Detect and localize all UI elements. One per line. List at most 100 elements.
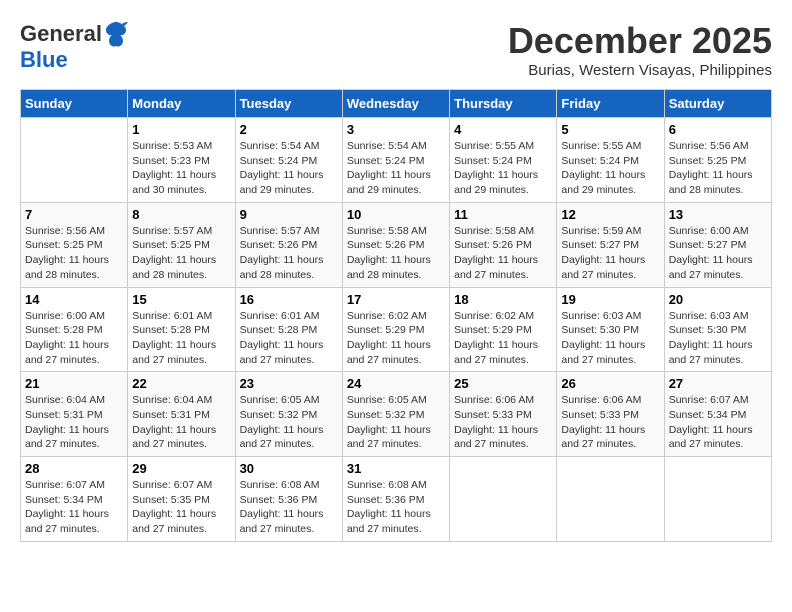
day-info: Sunrise: 6:03 AM Sunset: 5:30 PM Dayligh… [669, 309, 767, 368]
calendar-cell: 30 Sunrise: 6:08 AM Sunset: 5:36 PM Dayli… [235, 457, 342, 542]
day-info: Sunrise: 5:59 AM Sunset: 5:27 PM Dayligh… [561, 224, 659, 283]
calendar-cell: 5 Sunrise: 5:55 AM Sunset: 5:24 PM Daylig… [557, 118, 664, 203]
day-number: 4 [454, 122, 552, 137]
calendar-cell: 3Sunrise: 5:54 AM Sunset: 5:24 PM Daylig… [342, 118, 449, 203]
calendar-cell [557, 457, 664, 542]
day-number: 20 [669, 292, 767, 307]
week-row-5: 28 Sunrise: 6:07 AM Sunset: 5:34 PM Dayli… [21, 457, 772, 542]
day-number: 5 [561, 122, 659, 137]
day-info: Sunrise: 5:55 AM Sunset: 5:24 PM Dayligh… [454, 139, 552, 198]
day-number: 19 [561, 292, 659, 307]
calendar-cell: 2 Sunrise: 5:54 AM Sunset: 5:24 PM Daylig… [235, 118, 342, 203]
calendar-cell: 18Sunrise: 6:02 AM Sunset: 5:29 PM Dayli… [450, 287, 557, 372]
calendar-cell: 11 Sunrise: 5:58 AM Sunset: 5:26 PM Dayli… [450, 202, 557, 287]
day-number: 24 [347, 376, 445, 391]
location-subtitle: Burias, Western Visayas, Philippines [508, 62, 772, 79]
day-number: 8 [132, 207, 230, 222]
day-number: 11 [454, 207, 552, 222]
day-header-sunday: Sunday [21, 90, 128, 118]
day-number: 2 [240, 122, 338, 137]
day-number: 17 [347, 292, 445, 307]
logo-general: General [20, 22, 102, 46]
day-number: 18 [454, 292, 552, 307]
day-number: 15 [132, 292, 230, 307]
page-header: General Blue December 2025 Burias, Weste… [20, 20, 772, 79]
calendar-cell: 10 Sunrise: 5:58 AM Sunset: 5:26 PM Dayli… [342, 202, 449, 287]
day-header-tuesday: Tuesday [235, 90, 342, 118]
day-info: Sunrise: 5:54 AM Sunset: 5:24 PM Dayligh… [240, 139, 338, 198]
day-info: Sunrise: 6:06 AM Sunset: 5:33 PM Dayligh… [561, 393, 659, 452]
day-info: Sunrise: 5:56 AM Sunset: 5:25 PM Dayligh… [25, 224, 123, 283]
day-number: 10 [347, 207, 445, 222]
day-number: 25 [454, 376, 552, 391]
day-number: 31 [347, 461, 445, 476]
day-info: Sunrise: 6:08 AM Sunset: 5:36 PM Dayligh… [240, 478, 338, 537]
header-row: SundayMondayTuesdayWednesdayThursdayFrid… [21, 90, 772, 118]
day-number: 26 [561, 376, 659, 391]
calendar-cell: 1Sunrise: 5:53 AM Sunset: 5:23 PM Daylig… [128, 118, 235, 203]
calendar-cell: 28 Sunrise: 6:07 AM Sunset: 5:34 PM Dayli… [21, 457, 128, 542]
day-header-friday: Friday [557, 90, 664, 118]
logo: General Blue [20, 20, 128, 72]
day-info: Sunrise: 5:55 AM Sunset: 5:24 PM Dayligh… [561, 139, 659, 198]
calendar-cell: 24 Sunrise: 6:05 AM Sunset: 5:32 PM Dayli… [342, 372, 449, 457]
day-info: Sunrise: 6:08 AM Sunset: 5:36 PM Dayligh… [347, 478, 445, 537]
calendar-cell: 9 Sunrise: 5:57 AM Sunset: 5:26 PM Daylig… [235, 202, 342, 287]
day-info: Sunrise: 5:58 AM Sunset: 5:26 PM Dayligh… [347, 224, 445, 283]
day-info: Sunrise: 5:53 AM Sunset: 5:23 PM Dayligh… [132, 139, 230, 198]
day-number: 7 [25, 207, 123, 222]
calendar-cell: 25 Sunrise: 6:06 AM Sunset: 5:33 PM Dayli… [450, 372, 557, 457]
day-number: 21 [25, 376, 123, 391]
calendar-cell: 29 Sunrise: 6:07 AM Sunset: 5:35 PM Dayli… [128, 457, 235, 542]
day-info: Sunrise: 6:06 AM Sunset: 5:33 PM Dayligh… [454, 393, 552, 452]
calendar-cell: 20 Sunrise: 6:03 AM Sunset: 5:30 PM Dayli… [664, 287, 771, 372]
day-info: Sunrise: 5:57 AM Sunset: 5:25 PM Dayligh… [132, 224, 230, 283]
day-number: 29 [132, 461, 230, 476]
day-number: 30 [240, 461, 338, 476]
day-info: Sunrise: 6:01 AM Sunset: 5:28 PM Dayligh… [132, 309, 230, 368]
calendar-cell: 21 Sunrise: 6:04 AM Sunset: 5:31 PM Dayli… [21, 372, 128, 457]
week-row-4: 21 Sunrise: 6:04 AM Sunset: 5:31 PM Dayli… [21, 372, 772, 457]
day-header-thursday: Thursday [450, 90, 557, 118]
day-info: Sunrise: 6:07 AM Sunset: 5:34 PM Dayligh… [25, 478, 123, 537]
day-info: Sunrise: 6:05 AM Sunset: 5:32 PM Dayligh… [240, 393, 338, 452]
day-header-saturday: Saturday [664, 90, 771, 118]
day-number: 23 [240, 376, 338, 391]
day-number: 12 [561, 207, 659, 222]
day-info: Sunrise: 5:58 AM Sunset: 5:26 PM Dayligh… [454, 224, 552, 283]
day-info: Sunrise: 6:01 AM Sunset: 5:28 PM Dayligh… [240, 309, 338, 368]
calendar-cell: 14Sunrise: 6:00 AM Sunset: 5:28 PM Dayli… [21, 287, 128, 372]
calendar-cell [21, 118, 128, 203]
calendar-cell: 19 Sunrise: 6:03 AM Sunset: 5:30 PM Dayli… [557, 287, 664, 372]
day-number: 22 [132, 376, 230, 391]
day-number: 13 [669, 207, 767, 222]
day-info: Sunrise: 5:57 AM Sunset: 5:26 PM Dayligh… [240, 224, 338, 283]
day-number: 9 [240, 207, 338, 222]
month-title: December 2025 [508, 20, 772, 62]
calendar-cell: 31 Sunrise: 6:08 AM Sunset: 5:36 PM Dayli… [342, 457, 449, 542]
calendar-cell: 27Sunrise: 6:07 AM Sunset: 5:34 PM Dayli… [664, 372, 771, 457]
day-number: 28 [25, 461, 123, 476]
calendar-cell: 12 Sunrise: 5:59 AM Sunset: 5:27 PM Dayli… [557, 202, 664, 287]
calendar-cell: 15 Sunrise: 6:01 AM Sunset: 5:28 PM Dayli… [128, 287, 235, 372]
day-header-monday: Monday [128, 90, 235, 118]
calendar-cell [450, 457, 557, 542]
calendar-cell: 26 Sunrise: 6:06 AM Sunset: 5:33 PM Dayli… [557, 372, 664, 457]
calendar-cell: 13 Sunrise: 6:00 AM Sunset: 5:27 PM Dayli… [664, 202, 771, 287]
calendar-cell: 6Sunrise: 5:56 AM Sunset: 5:25 PM Daylig… [664, 118, 771, 203]
calendar-cell [664, 457, 771, 542]
calendar-cell: 16 Sunrise: 6:01 AM Sunset: 5:28 PM Dayli… [235, 287, 342, 372]
day-info: Sunrise: 6:00 AM Sunset: 5:28 PM Dayligh… [25, 309, 123, 368]
day-info: Sunrise: 6:00 AM Sunset: 5:27 PM Dayligh… [669, 224, 767, 283]
day-number: 27 [669, 376, 767, 391]
week-row-2: 7 Sunrise: 5:56 AM Sunset: 5:25 PM Daylig… [21, 202, 772, 287]
day-info: Sunrise: 5:54 AM Sunset: 5:24 PM Dayligh… [347, 139, 445, 198]
calendar-cell: 17Sunrise: 6:02 AM Sunset: 5:29 PM Dayli… [342, 287, 449, 372]
day-info: Sunrise: 6:07 AM Sunset: 5:35 PM Dayligh… [132, 478, 230, 537]
day-number: 16 [240, 292, 338, 307]
day-info: Sunrise: 6:05 AM Sunset: 5:32 PM Dayligh… [347, 393, 445, 452]
day-info: Sunrise: 6:04 AM Sunset: 5:31 PM Dayligh… [25, 393, 123, 452]
week-row-1: 1Sunrise: 5:53 AM Sunset: 5:23 PM Daylig… [21, 118, 772, 203]
day-info: Sunrise: 6:03 AM Sunset: 5:30 PM Dayligh… [561, 309, 659, 368]
calendar-cell: 7 Sunrise: 5:56 AM Sunset: 5:25 PM Daylig… [21, 202, 128, 287]
